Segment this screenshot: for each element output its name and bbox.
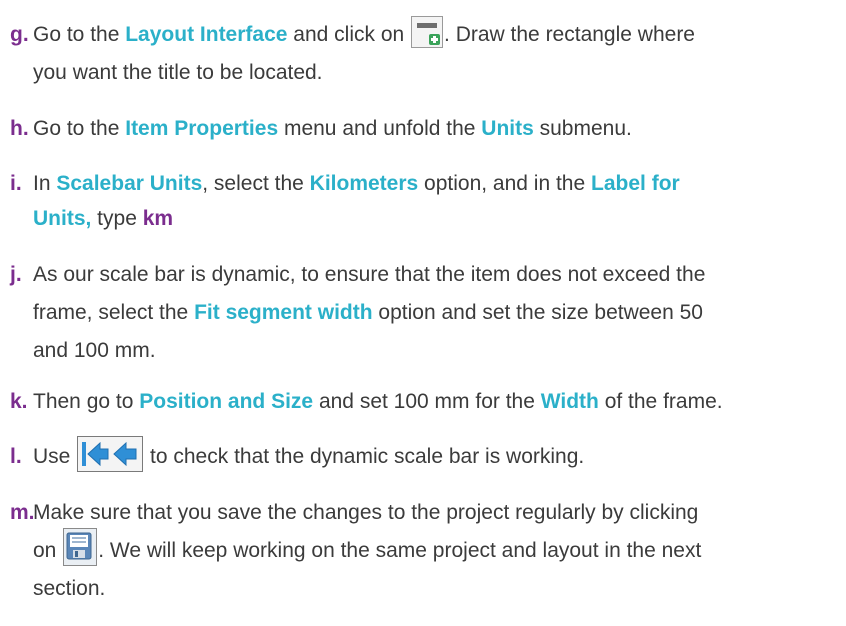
step-m-line-1: Make sure that you save the changes to t…	[33, 501, 699, 524]
back-arrows-icon	[77, 436, 144, 473]
step-m-line-2: on . We will keep working on the same pr…	[33, 528, 701, 568]
step-i-line-1: In Scalebar Units, select the Kilometers…	[33, 172, 680, 195]
step-h-line-1: Go to the Item Properties menu and unfol…	[33, 117, 632, 140]
step-letter: l.	[10, 445, 22, 468]
highlight-units: Units	[481, 117, 534, 140]
step-letter: k.	[10, 390, 28, 413]
step-letter: j.	[10, 263, 22, 286]
step-g-line-1: Go to the Layout Interface and click on …	[33, 16, 695, 52]
instruction-page: g. Go to the Layout Interface and click …	[0, 0, 846, 626]
highlight-kilometers: Kilometers	[309, 172, 419, 195]
highlight-width: Width	[540, 390, 599, 413]
highlight-fit-segment-width: Fit segment width	[194, 301, 373, 324]
highlight-label-for: Label for	[591, 172, 680, 195]
step-m-line-3: section.	[33, 577, 106, 600]
step-letter: i.	[10, 172, 22, 195]
highlight-item-properties: Item Properties	[125, 117, 279, 140]
step-k-line-1: Then go to Position and Size and set 100…	[33, 390, 723, 413]
save-project-icon	[63, 528, 98, 567]
highlight-layout-interface: Layout Interface	[125, 23, 288, 46]
highlight-units-label: Units,	[33, 207, 92, 230]
step-letter: g.	[10, 23, 29, 46]
step-i-line-2: Units, type km	[33, 207, 174, 230]
step-g-line-2: you want the title to be located.	[33, 61, 323, 84]
add-label-icon	[411, 16, 444, 49]
step-letter: h.	[10, 117, 29, 140]
highlight-position-and-size: Position and Size	[139, 390, 314, 413]
highlight-scalebar-units: Scalebar Units	[56, 172, 203, 195]
step-j-line-3: and 100 mm.	[33, 339, 156, 362]
step-j-line-1: As our scale bar is dynamic, to ensure t…	[33, 263, 706, 286]
step-l-line-1: Use to check that the dynamic scale bar …	[33, 436, 584, 474]
highlight-km: km	[142, 207, 174, 230]
step-j-line-2: frame, select the Fit segment width opti…	[33, 301, 703, 324]
step-letter: m.	[10, 501, 35, 524]
